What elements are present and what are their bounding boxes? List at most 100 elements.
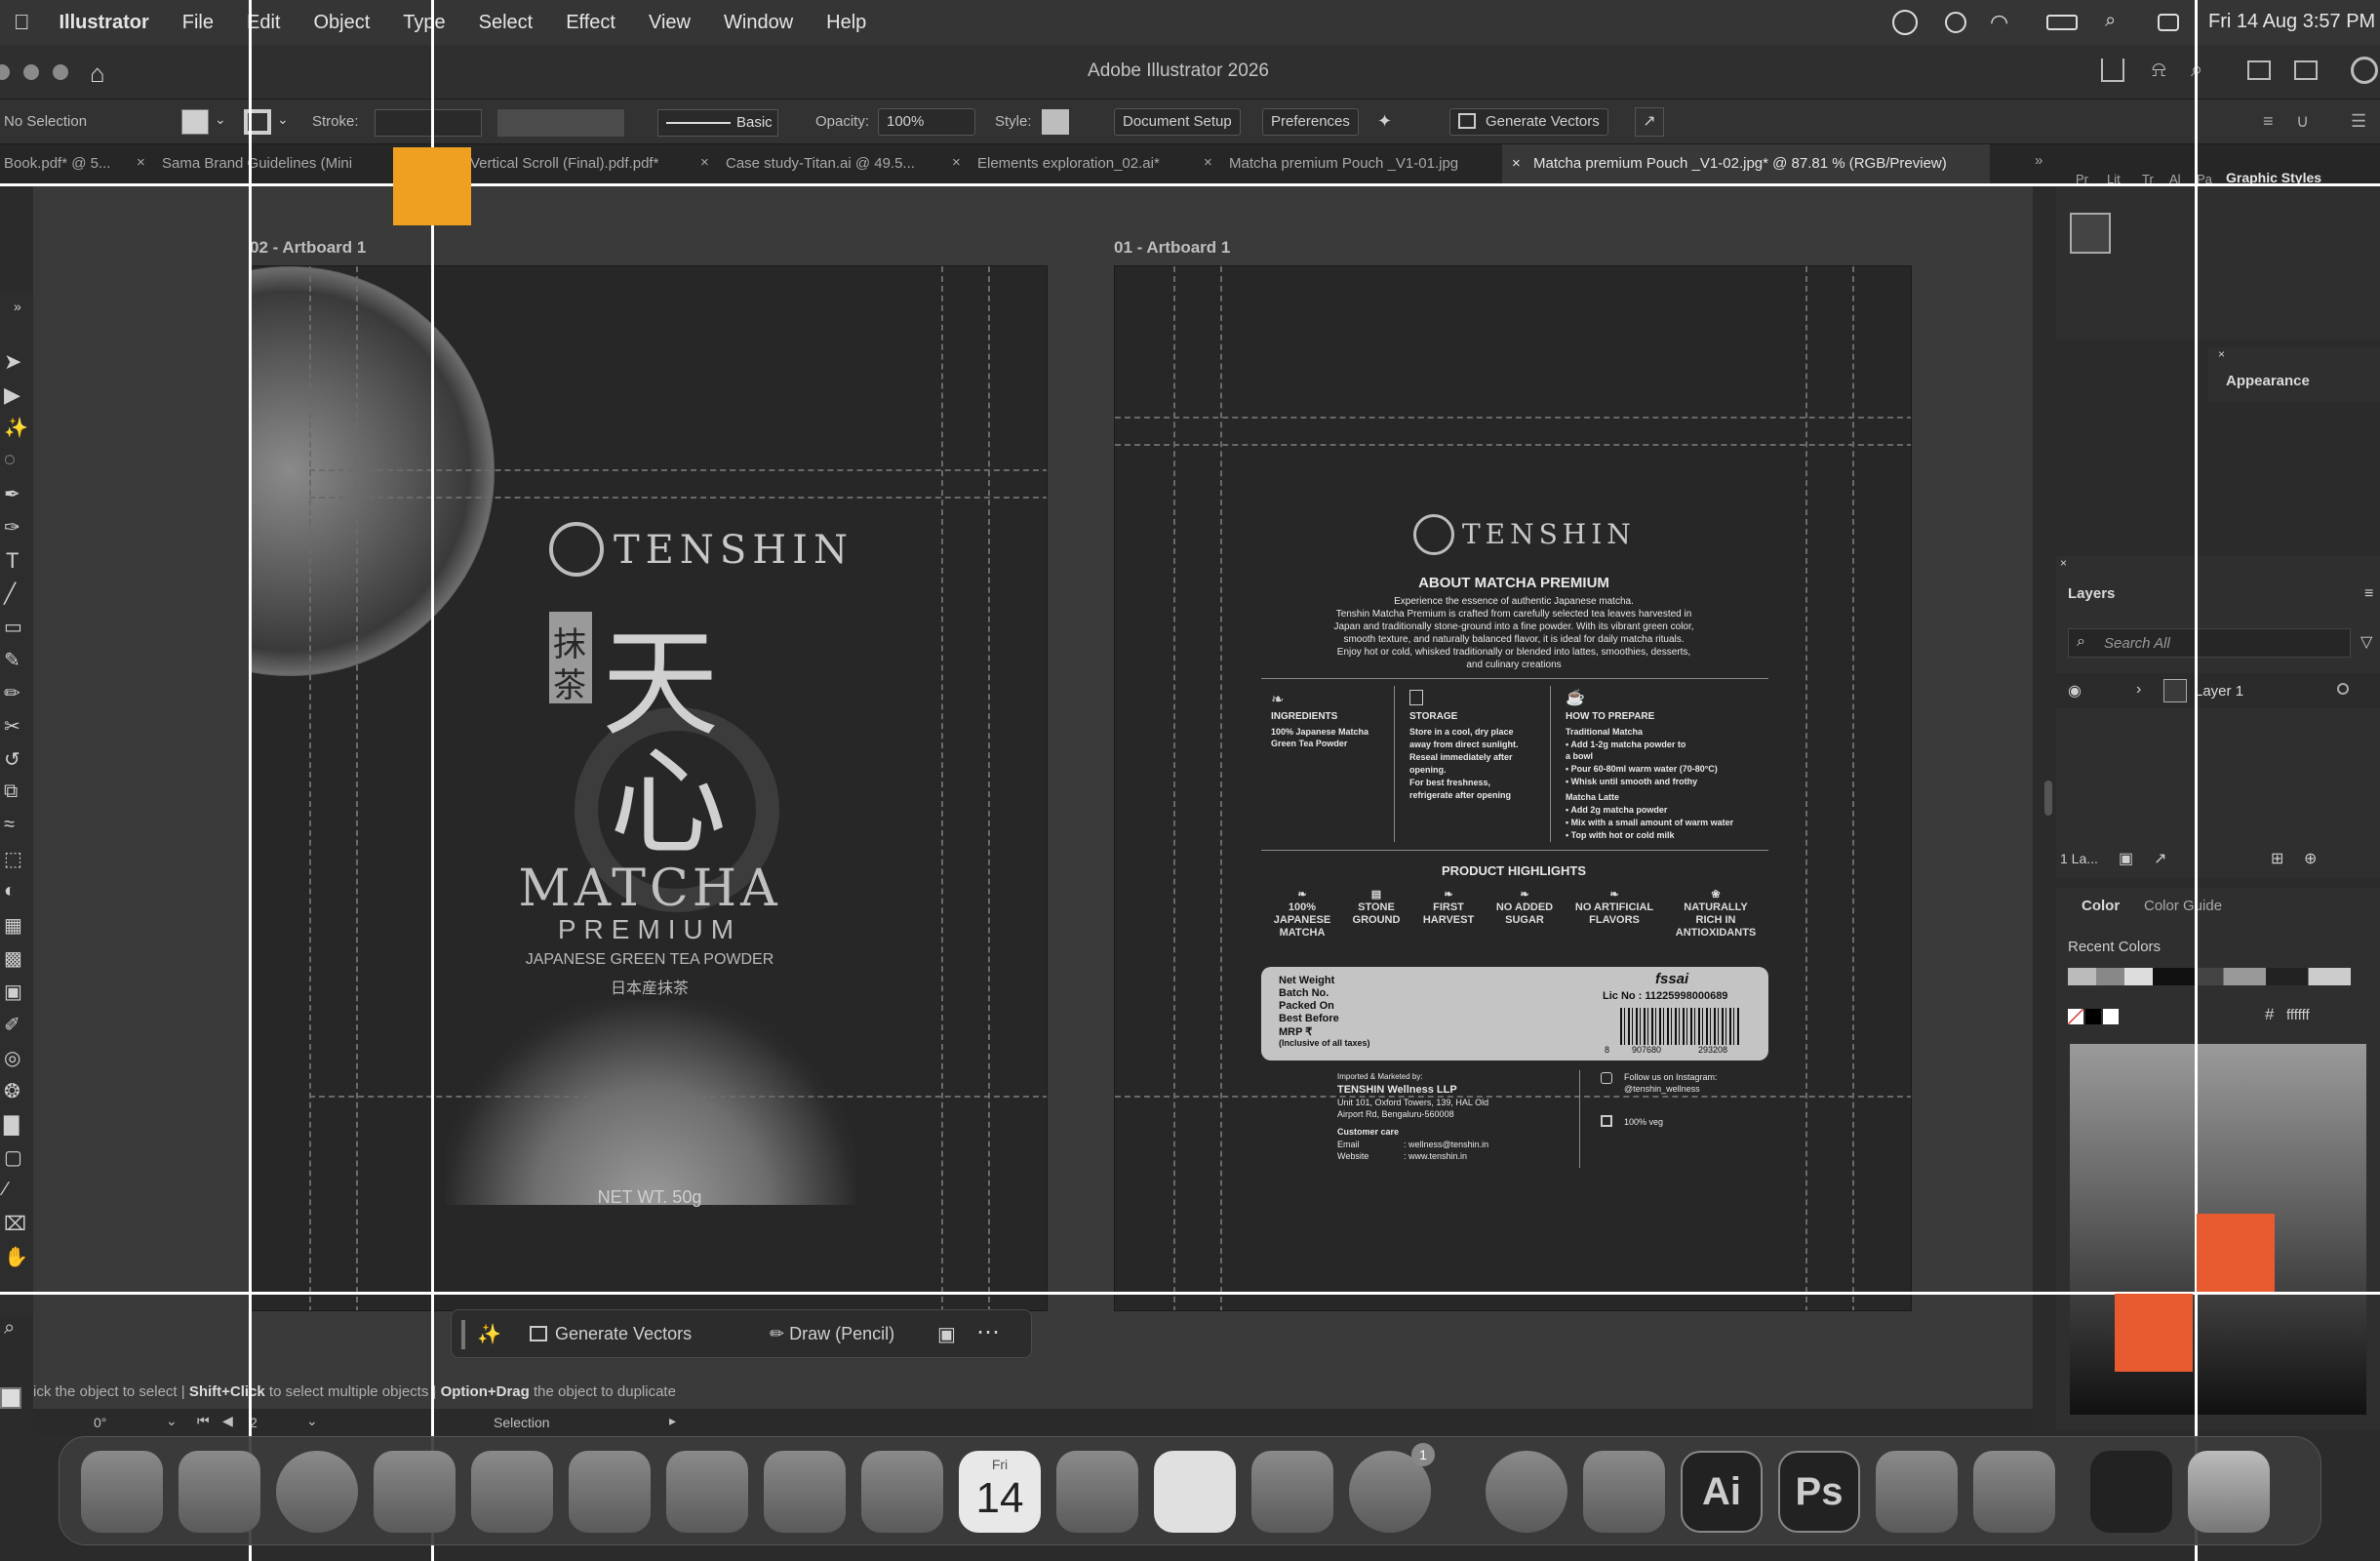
menu-clock[interactable]: Fri 14 Aug 3:57 PM — [2208, 11, 2375, 33]
layer-target-icon[interactable] — [2337, 683, 2349, 695]
arrange-icon[interactable]: ✦ — [1377, 111, 1392, 132]
hex-input[interactable]: ffffff — [2286, 1007, 2310, 1023]
finder-icon[interactable] — [81, 1451, 163, 1533]
appearance-panel-title[interactable]: Appearance — [2226, 373, 2310, 389]
menu-app-name[interactable]: Illustrator — [60, 12, 149, 34]
chrome-icon[interactable] — [1486, 1451, 1567, 1533]
canvas-area[interactable]: 02 - Artboard 1 01 - Artboard 1 TENSHIN … — [33, 183, 2052, 1413]
menu-list-icon[interactable]: ☰ — [2351, 111, 2366, 132]
shape-builder-tool-icon[interactable]: ◐ — [4, 880, 16, 902]
launchpad-icon[interactable] — [178, 1451, 260, 1533]
menu-help[interactable]: Help — [826, 12, 866, 34]
tools-collapse-chevron-icon[interactable]: » — [14, 299, 21, 314]
tab-close-icon[interactable]: × — [1204, 154, 1212, 171]
pin-icon[interactable]: ↗ — [1635, 107, 1664, 137]
preferences-button[interactable]: Preferences — [1262, 108, 1359, 136]
bell-icon[interactable]: ⍾ — [2152, 57, 2166, 82]
tab-matcha-pouch-02[interactable]: × Matcha premium Pouch _V1-02.jpg* @ 87.… — [1502, 144, 1990, 183]
illustrator-icon[interactable]: Ai — [1681, 1451, 1763, 1533]
symbol-sprayer-tool-icon[interactable]: ❂ — [4, 1079, 20, 1103]
taskbar-draw-pencil-button[interactable]: ✏ Draw (Pencil) — [760, 1318, 904, 1351]
new-layer-icon[interactable]: ⊕ — [2304, 849, 2317, 868]
opacity-field[interactable]: 100% — [878, 108, 975, 136]
front-artboard-label[interactable]: 02 - Artboard 1 — [250, 238, 366, 258]
brush-definition-dropdown[interactable]: Basic — [657, 109, 778, 137]
shaper-tool-icon[interactable]: ✏ — [4, 681, 20, 705]
tab-close-icon[interactable]: × — [1512, 144, 1521, 183]
tab-close-icon[interactable]: × — [137, 154, 145, 171]
battery-icon[interactable] — [2046, 15, 2078, 30]
downloads-stack-icon[interactable] — [2090, 1451, 2172, 1533]
color-guide-tab[interactable]: Color Guide — [2144, 898, 2222, 914]
app-store-icon[interactable] — [1251, 1451, 1333, 1533]
magic-wand-tool-icon[interactable]: ✨ — [4, 416, 28, 440]
contacts-icon[interactable] — [1056, 1451, 1138, 1533]
recent-colors-strip[interactable] — [2068, 968, 2351, 985]
tab-elements-exploration[interactable]: Elements exploration_02.ai* — [977, 144, 1192, 183]
tab-vertical-scroll[interactable]: Vertical Scroll (Final).pdf.pdf* — [470, 144, 685, 183]
front-artboard[interactable]: TENSHIN 抹 茶 天 心 MATCHA PREMIUM JAPANESE … — [250, 265, 1048, 1311]
taskbar-image-icon[interactable]: ▣ — [937, 1322, 956, 1346]
facetime-icon[interactable] — [764, 1451, 846, 1533]
stroke-weight-stepper[interactable] — [375, 109, 482, 137]
line-tool-icon[interactable]: ╱ — [4, 581, 16, 606]
fill-swatch[interactable] — [181, 109, 209, 135]
rotation-field[interactable]: 0° — [94, 1415, 106, 1430]
menu-file[interactable]: File — [182, 12, 214, 34]
creative-cloud-icon[interactable] — [1892, 10, 1918, 35]
scissors-tool-icon[interactable]: ✂ — [4, 714, 20, 739]
lasso-tool-icon[interactable]: ◌ — [4, 449, 16, 471]
slice-tool-icon[interactable]: ∕ — [4, 1179, 7, 1201]
expand-chevron-icon[interactable]: › — [2136, 681, 2141, 699]
workspace-icon[interactable] — [2247, 60, 2271, 80]
menu-type[interactable]: Type — [403, 12, 445, 34]
calendar-icon[interactable]: Fri 14 — [959, 1451, 1041, 1533]
layers-search-input[interactable]: ⌕ Search All — [2068, 628, 2351, 658]
document-setup-button[interactable]: Document Setup — [1114, 108, 1241, 136]
graphic-style-swatch[interactable] — [2070, 213, 2111, 254]
tab-brand-guidelines[interactable]: Sama Brand Guidelines (Mini — [162, 144, 396, 183]
taskbar-drag-handle[interactable] — [461, 1320, 465, 1349]
stroke-dropdown-chevron-icon[interactable]: ⌄ — [277, 111, 289, 128]
layers-close-icon[interactable]: × — [2060, 556, 2067, 570]
mail-icon[interactable] — [471, 1451, 553, 1533]
magic-icon[interactable]: ✨ — [477, 1322, 501, 1346]
align-icon[interactable]: ≡ — [2263, 111, 2274, 132]
trash-icon[interactable] — [2188, 1451, 2270, 1533]
apple-icon[interactable]:  — [14, 10, 30, 35]
menu-effect[interactable]: Effect — [566, 12, 615, 34]
curvature-tool-icon[interactable]: ✑ — [4, 515, 20, 540]
locate-object-icon[interactable]: ▣ — [2119, 849, 2133, 868]
variable-width-field[interactable] — [497, 109, 624, 137]
menu-view[interactable]: View — [649, 12, 691, 34]
appearance-close-icon[interactable]: × — [2218, 347, 2225, 361]
tab-close-icon[interactable]: × — [700, 154, 709, 171]
notes-icon[interactable] — [1154, 1451, 1236, 1533]
rotate-tool-icon[interactable]: ↺ — [4, 747, 20, 772]
generate-vectors-button[interactable]: Generate Vectors — [1449, 108, 1608, 136]
taskbar-more-icon[interactable]: ⋯ — [976, 1318, 1000, 1346]
direct-selection-tool-icon[interactable]: ▶ — [4, 382, 20, 408]
canvas-vertical-scrollbar[interactable] — [2044, 780, 2052, 816]
white-swatch[interactable] — [2103, 1009, 2119, 1024]
perspective-tool-icon[interactable]: ▦ — [4, 913, 22, 938]
rotation-chevron-icon[interactable]: ⌄ — [166, 1413, 178, 1429]
visibility-eye-icon[interactable]: ◉ — [2068, 681, 2082, 700]
menu-select[interactable]: Select — [479, 12, 534, 34]
none-swatch[interactable] — [2068, 1009, 2083, 1024]
safari-icon[interactable] — [276, 1451, 358, 1533]
mesh-tool-icon[interactable]: ▩ — [4, 946, 22, 971]
first-artboard-icon[interactable]: ⏮ — [197, 1413, 210, 1429]
spotlight-icon[interactable]: ⌕ — [2105, 10, 2116, 32]
profile-avatar[interactable] — [2351, 57, 2378, 84]
type-tool-icon[interactable]: T — [6, 548, 19, 574]
gradient-tool-icon[interactable]: ▣ — [4, 980, 22, 1004]
free-transform-tool-icon[interactable]: ⬚ — [4, 847, 22, 871]
photoshop-icon[interactable]: Ps — [1778, 1451, 1860, 1533]
pen-tool-icon[interactable]: ✒ — [4, 482, 20, 506]
export-icon[interactable]: ↗ — [2154, 849, 2166, 868]
tab-close-icon[interactable]: × — [952, 154, 961, 171]
scale-tool-icon[interactable]: ⧉ — [4, 780, 18, 803]
acrobat-icon[interactable] — [1876, 1451, 1958, 1533]
taskbar-generate-vectors-button[interactable]: Generate Vectors — [520, 1318, 701, 1351]
